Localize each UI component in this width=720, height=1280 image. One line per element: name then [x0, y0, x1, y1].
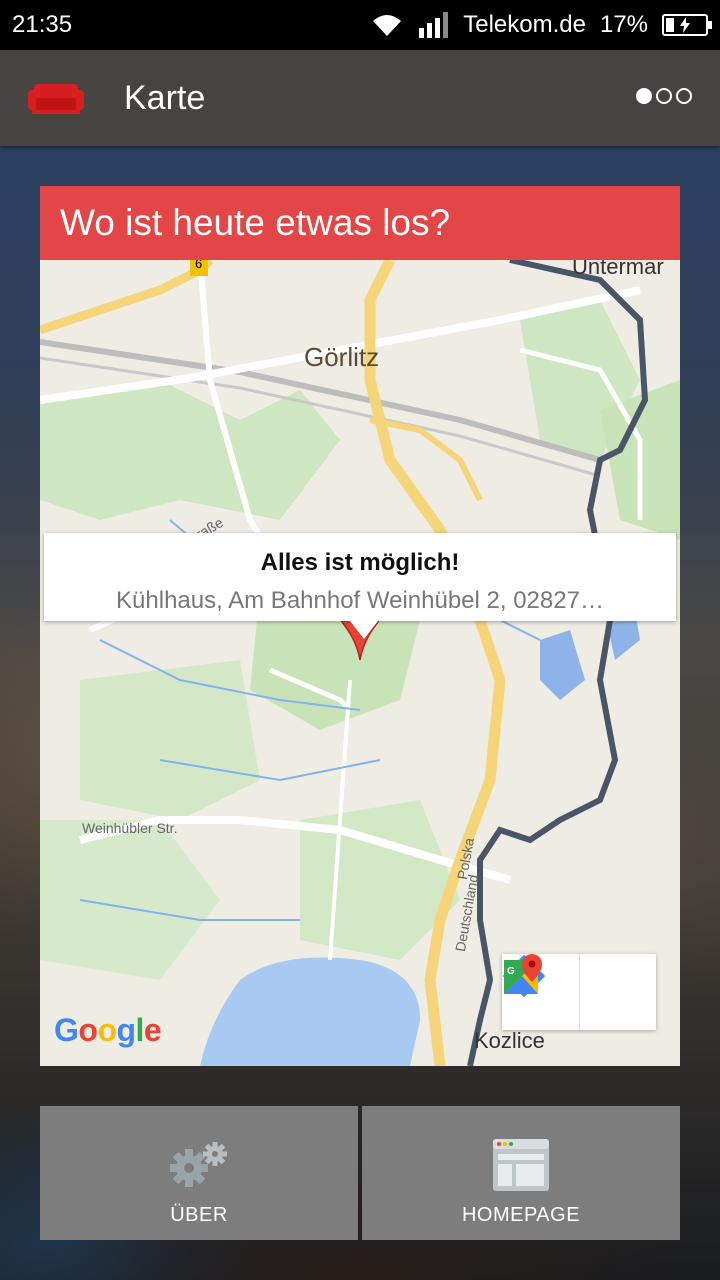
status-time: 21:35 [12, 11, 73, 38]
battery-icon [662, 14, 712, 36]
page-dot[interactable] [656, 88, 672, 104]
google-logo: Google [54, 1012, 162, 1048]
page-indicator[interactable] [636, 88, 692, 104]
screen-title: Karte [124, 78, 206, 117]
signal-icon [419, 12, 449, 38]
map-tiles [40, 260, 680, 1066]
about-button[interactable]: ÜBER [40, 1106, 358, 1240]
google-maps-icon: G [504, 954, 542, 994]
map-view[interactable]: Görlitz Kozlice Untermar Promenadenstraß… [40, 254, 680, 1066]
page-dot[interactable] [636, 88, 652, 104]
street-label: Weinhübler Str. [82, 820, 178, 836]
status-bar: 21:35 Telekom.de 17% [0, 0, 720, 50]
marker-info-window[interactable]: Alles ist möglich! Kühlhaus, Am Bahnhof … [44, 533, 676, 639]
info-window-address: Kühlhaus, Am Bahnhof Weinhübel 2, 02827… [116, 587, 604, 614]
map-label-city: Görlitz [304, 342, 380, 372]
page-dot[interactable] [676, 88, 692, 104]
homepage-button-label: HOMEPAGE [461, 1204, 581, 1226]
action-bar: Karte [0, 50, 720, 146]
map-card: Wo ist heute etwas los? Görlitz Kozlice … [40, 186, 680, 1066]
map-label-town: Kozlice [474, 1028, 545, 1053]
battery-percent: 17% [599, 11, 648, 38]
homepage-button[interactable]: HOMEPAGE [362, 1106, 680, 1240]
carrier-name: Telekom.de [463, 11, 586, 38]
wifi-icon [373, 15, 402, 36]
sofa-icon[interactable] [28, 80, 84, 116]
info-window-title: Alles ist möglich! [260, 549, 460, 576]
about-button-label: ÜBER [170, 1204, 228, 1226]
map-toolbar: G [502, 954, 656, 1030]
card-title: Wo ist heute etwas los? [40, 186, 680, 260]
svg-text:G: G [507, 966, 515, 977]
open-in-maps-button[interactable]: G [504, 954, 656, 1030]
browser-window-icon [493, 1139, 549, 1191]
gears-icon [170, 1142, 227, 1187]
